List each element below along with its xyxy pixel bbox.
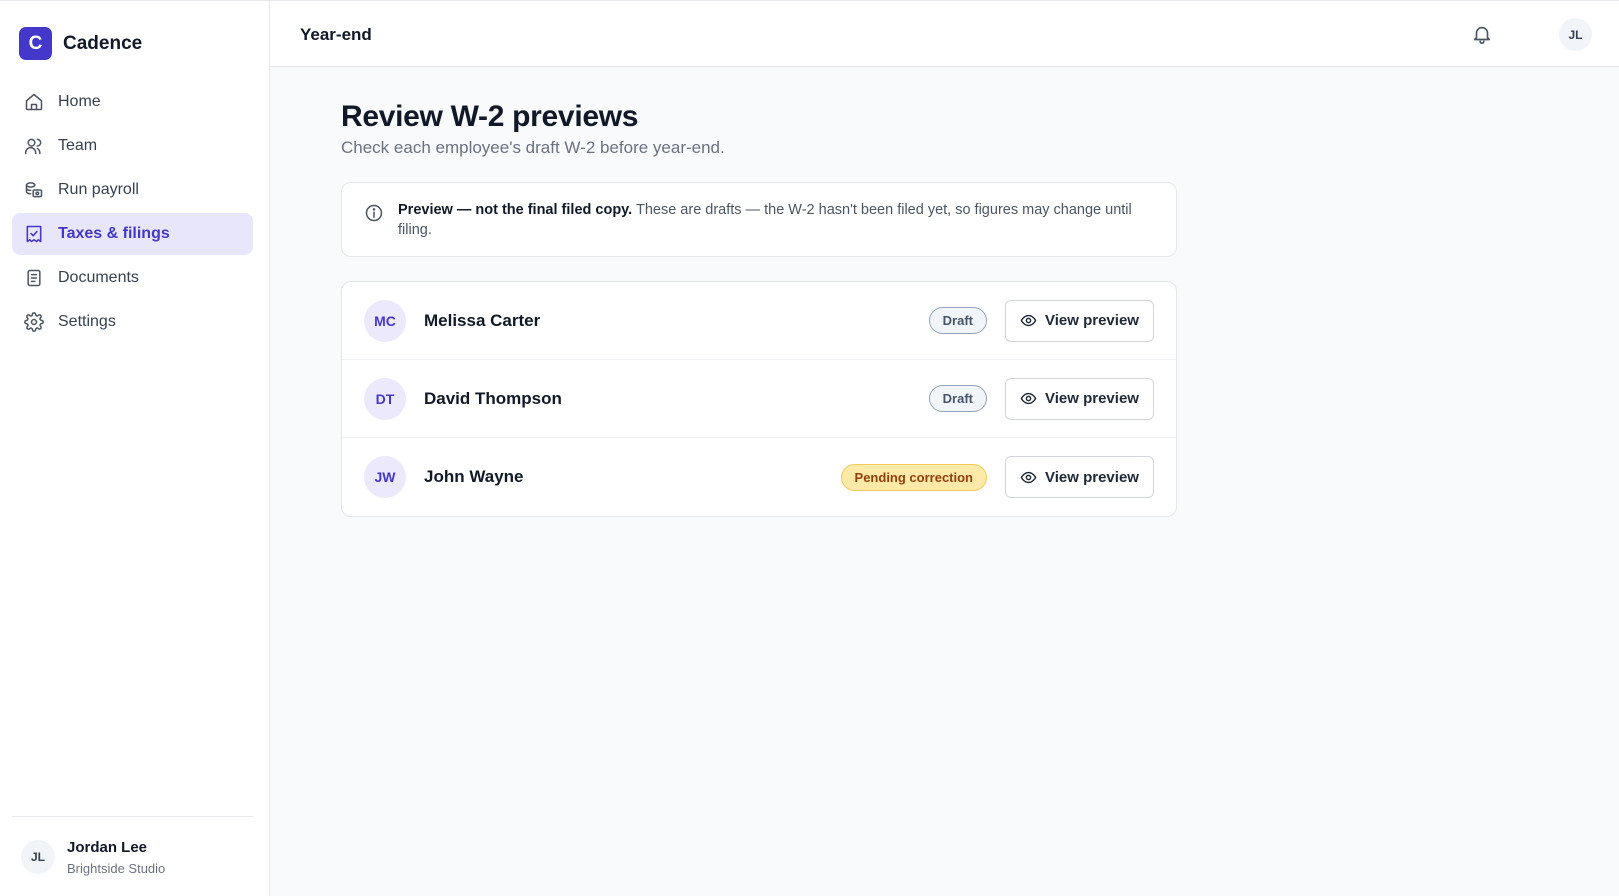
- sidebar-item-label: Settings: [58, 313, 116, 330]
- sidebar-item-team[interactable]: Team: [12, 125, 253, 167]
- user-name: Jordan Lee: [67, 838, 148, 856]
- notice-text: Preview — not the final filed copy. Thes…: [398, 200, 1140, 240]
- users-icon: [23, 135, 45, 157]
- info-icon: [364, 203, 384, 223]
- notice-bold: Preview — not the final filed copy.: [398, 202, 633, 218]
- eye-icon: [1020, 471, 1037, 483]
- list-item: MC Melissa Carter Draft View preview: [342, 282, 1176, 360]
- sidebar: C Cadence Home Team Run payroll Taxes & …: [0, 0, 270, 896]
- brand-name: Cadence: [63, 32, 143, 54]
- sidebar-item-run-payroll[interactable]: Run payroll: [12, 169, 253, 211]
- view-preview-button[interactable]: View preview: [1005, 377, 1154, 420]
- status-badge: Pending correction: [840, 463, 987, 491]
- home-icon: [23, 91, 45, 113]
- eye-icon: [1020, 392, 1037, 405]
- sidebar-item-label: Taxes & filings: [58, 225, 170, 242]
- bell-icon[interactable]: [1471, 23, 1493, 45]
- view-preview-button[interactable]: View preview: [1005, 456, 1154, 498]
- sidebar-item-label: Home: [58, 93, 101, 110]
- button-label: View preview: [1045, 390, 1139, 407]
- sidebar-item-label: Run payroll: [58, 181, 139, 198]
- eye-icon: [1020, 314, 1037, 327]
- list-item: DT David Thompson Draft View preview: [342, 360, 1176, 438]
- sidebar-item-taxes-filings[interactable]: Taxes & filings: [12, 213, 253, 255]
- employee-name: John Wayne: [424, 467, 524, 486]
- avatar: DT: [364, 377, 406, 420]
- avatar: JW: [364, 456, 406, 498]
- sidebar-nav: Home Team Run payroll Taxes & filings Do…: [12, 81, 253, 345]
- employee-name: David Thompson: [424, 388, 562, 408]
- avatar: MC: [364, 299, 406, 342]
- main-content: Review W-2 previews Check each employee'…: [341, 100, 1177, 517]
- avatar: JL: [21, 840, 55, 874]
- status-badge: Draft: [928, 385, 987, 412]
- status-badge: Draft: [928, 307, 987, 334]
- gear-icon: [23, 311, 45, 333]
- brand[interactable]: C Cadence: [19, 27, 142, 60]
- preview-notice: Preview — not the final filed copy. Thes…: [341, 182, 1177, 257]
- sidebar-item-documents[interactable]: Documents: [12, 257, 253, 299]
- coins-icon: [23, 179, 45, 201]
- sidebar-item-label: Team: [58, 137, 98, 154]
- receipt-check-icon: [23, 223, 45, 245]
- sidebar-item-label: Documents: [58, 269, 139, 286]
- employee-name: Melissa Carter: [424, 310, 541, 330]
- button-label: View preview: [1045, 312, 1139, 329]
- sidebar-item-home[interactable]: Home: [12, 81, 253, 123]
- employee-list: MC Melissa Carter Draft View preview DT …: [341, 281, 1177, 517]
- document-icon: [23, 267, 45, 289]
- brand-logo: C: [19, 27, 52, 60]
- page-header-title: Year-end: [300, 25, 372, 44]
- view-preview-button[interactable]: View preview: [1005, 299, 1154, 342]
- user-org: Brightside Studio: [67, 860, 166, 876]
- page-subtitle: Check each employee's draft W-2 before y…: [341, 138, 725, 157]
- page-title: Review W-2 previews: [341, 100, 639, 133]
- topbar: Year-end JL: [270, 0, 1619, 67]
- sidebar-user[interactable]: JL Jordan Lee Brightside Studio: [12, 816, 253, 896]
- user-meta: Jordan Lee Brightside Studio: [67, 839, 165, 876]
- list-item: JW John Wayne Pending correction View pr…: [342, 438, 1176, 516]
- sidebar-item-settings[interactable]: Settings: [12, 301, 253, 343]
- button-label: View preview: [1045, 468, 1139, 486]
- user-avatar-button[interactable]: JL: [1559, 18, 1592, 51]
